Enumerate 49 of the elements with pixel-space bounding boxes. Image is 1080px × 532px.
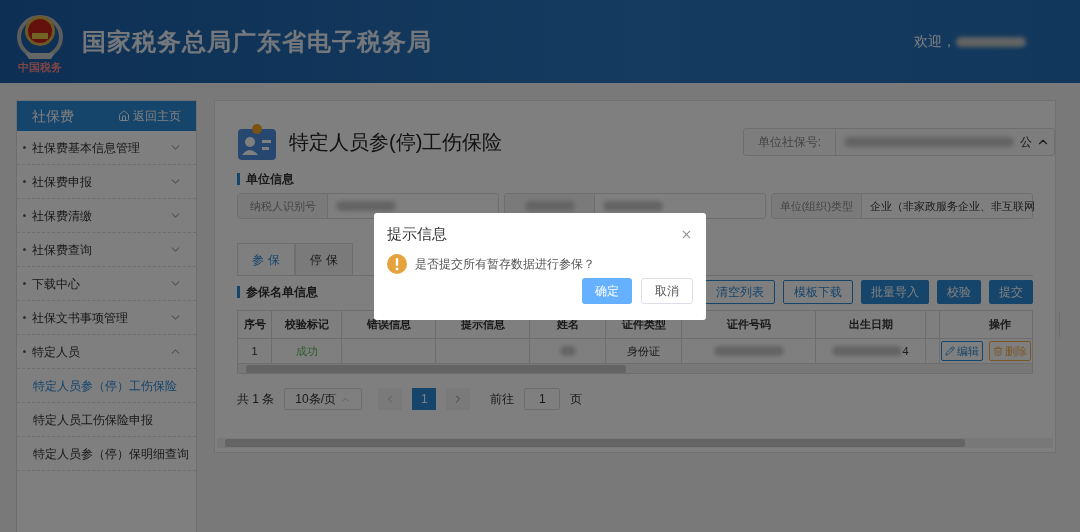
confirm-button[interactable]: 确定 (582, 277, 632, 304)
sidebar-item[interactable]: 社保文书事项管理 (17, 301, 196, 335)
sidebar-item[interactable]: 社保费申报 (17, 165, 196, 199)
cancel-button[interactable]: 取消 (641, 277, 693, 304)
sidebar-item[interactable]: 社保费查询 (17, 233, 196, 267)
home-icon (118, 110, 130, 122)
next-page-button[interactable] (446, 388, 471, 410)
column-header: 序号 (238, 311, 272, 338)
sidebar-item[interactable]: 下载中心 (17, 267, 196, 301)
sidebar-item[interactable]: 特定人员 (17, 335, 196, 369)
welcome-text: 欢迎， (914, 32, 956, 51)
horizontal-scrollbar[interactable] (217, 438, 1053, 448)
goto-suffix: 页 (570, 391, 583, 408)
section-heading: 参保名单信息 (237, 286, 318, 298)
goto-label: 前往 (490, 391, 515, 408)
column-header: 校验标记 (272, 311, 342, 338)
toolbar-button[interactable]: 校验 (937, 280, 981, 304)
sidebar-subitem[interactable]: 特定人员工伤保险申报 (17, 403, 196, 437)
page-size-select[interactable]: 10条/页 (284, 388, 363, 410)
home-link[interactable]: 返回主页 (118, 107, 181, 125)
sidebar-item[interactable]: 社保费基本信息管理 (17, 131, 196, 165)
dialog-title: 提示信息 (387, 224, 447, 244)
trash-icon (993, 346, 1003, 356)
page-button[interactable]: 1 (412, 388, 437, 410)
dialog-message: 是否提交所有暂存数据进行参保？ (415, 255, 595, 273)
redacted-name (956, 36, 1026, 47)
sidebar-item[interactable]: 社保费清缴 (17, 199, 196, 233)
toolbar-button[interactable]: 模板下载 (783, 280, 853, 304)
total-count: 共 1 条 (237, 391, 275, 408)
column-header: 操作 (940, 311, 1060, 338)
section-heading: 单位信息 (237, 173, 1033, 185)
id-card-icon (237, 123, 277, 161)
sidebar-subitem[interactable]: 特定人员参（停）工伤保险 (17, 369, 196, 403)
toolbar-button[interactable]: 批量导入 (861, 280, 929, 304)
sidebar-title: 社保费 (32, 106, 74, 126)
site-title: 国家税务总局广东省电子税务局 (82, 26, 432, 57)
goto-field[interactable]: 1 (524, 388, 561, 410)
logo-caption: 中国税务 (18, 60, 62, 73)
toolbar-button[interactable]: 提交 (989, 280, 1033, 304)
page-title: 特定人员参(停)工伤保险 (289, 130, 503, 155)
warning-icon (387, 253, 407, 274)
horizontal-scrollbar[interactable] (238, 363, 1032, 373)
column-header: 出生日期 (816, 311, 926, 338)
tab[interactable]: 停 保 (295, 243, 353, 275)
edit-button[interactable]: 编辑 (941, 341, 983, 361)
toolbar-button[interactable]: 清空列表 (705, 280, 775, 304)
pencil-icon (945, 346, 955, 356)
sidebar-subitem[interactable]: 特定人员参（停）保明细查询 (17, 437, 196, 471)
tab[interactable]: 参 保 (237, 243, 295, 275)
